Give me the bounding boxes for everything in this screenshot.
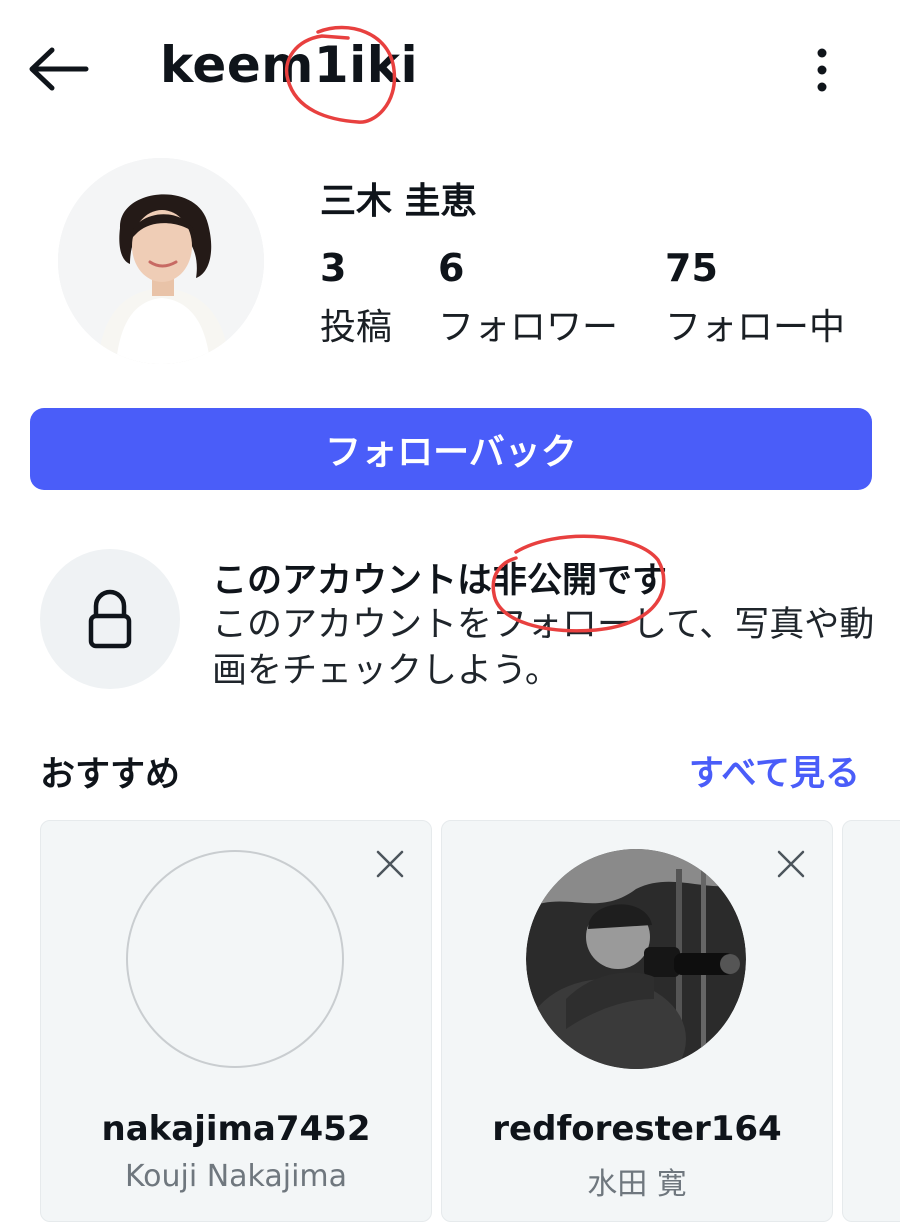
lock-icon-container	[40, 549, 180, 689]
suggested-full-name: Kouji Nakajima	[124, 1159, 348, 1194]
followers-count: 6	[438, 246, 465, 290]
dismiss-suggestion-button[interactable]	[774, 847, 808, 881]
suggested-user-card[interactable]: nakajima7452 Kouji Nakajima	[40, 820, 432, 1222]
suggested-user-card-partial[interactable]	[842, 820, 900, 1222]
follow-back-button[interactable]: フォローバック	[30, 408, 872, 490]
suggested-username[interactable]: redforester164	[442, 1109, 832, 1149]
see-all-link[interactable]: すべて見る	[689, 745, 860, 796]
suggested-user-avatar[interactable]	[526, 849, 746, 1069]
followers-label[interactable]: フォロワー	[438, 298, 618, 350]
vertical-dots-icon	[817, 48, 827, 92]
dismiss-suggestion-button[interactable]	[373, 847, 407, 881]
profile-display-name: 三木 圭恵	[320, 181, 477, 222]
profile-avatar[interactable]	[58, 158, 264, 364]
suggested-full-name: 水田 寛	[587, 1167, 687, 1202]
suggested-user-card[interactable]: redforester164 水田 寛	[441, 820, 833, 1222]
back-button[interactable]	[22, 38, 94, 100]
posts-count: 3	[320, 246, 347, 290]
posts-label[interactable]: 投稿	[320, 298, 392, 350]
recommended-title: おすすめ	[40, 755, 181, 795]
following-label[interactable]: フォロー中	[665, 298, 845, 350]
close-icon	[777, 850, 805, 878]
suggested-user-avatar[interactable]	[125, 849, 345, 1069]
close-icon	[376, 850, 404, 878]
annotation-circle-username	[284, 25, 397, 124]
more-options-button[interactable]	[800, 40, 844, 100]
following-count: 75	[665, 246, 718, 290]
suggested-username[interactable]: nakajima7452	[41, 1109, 431, 1149]
annotation-circle-private	[491, 534, 666, 633]
arrow-left-icon	[29, 47, 89, 91]
lock-icon	[88, 589, 132, 649]
